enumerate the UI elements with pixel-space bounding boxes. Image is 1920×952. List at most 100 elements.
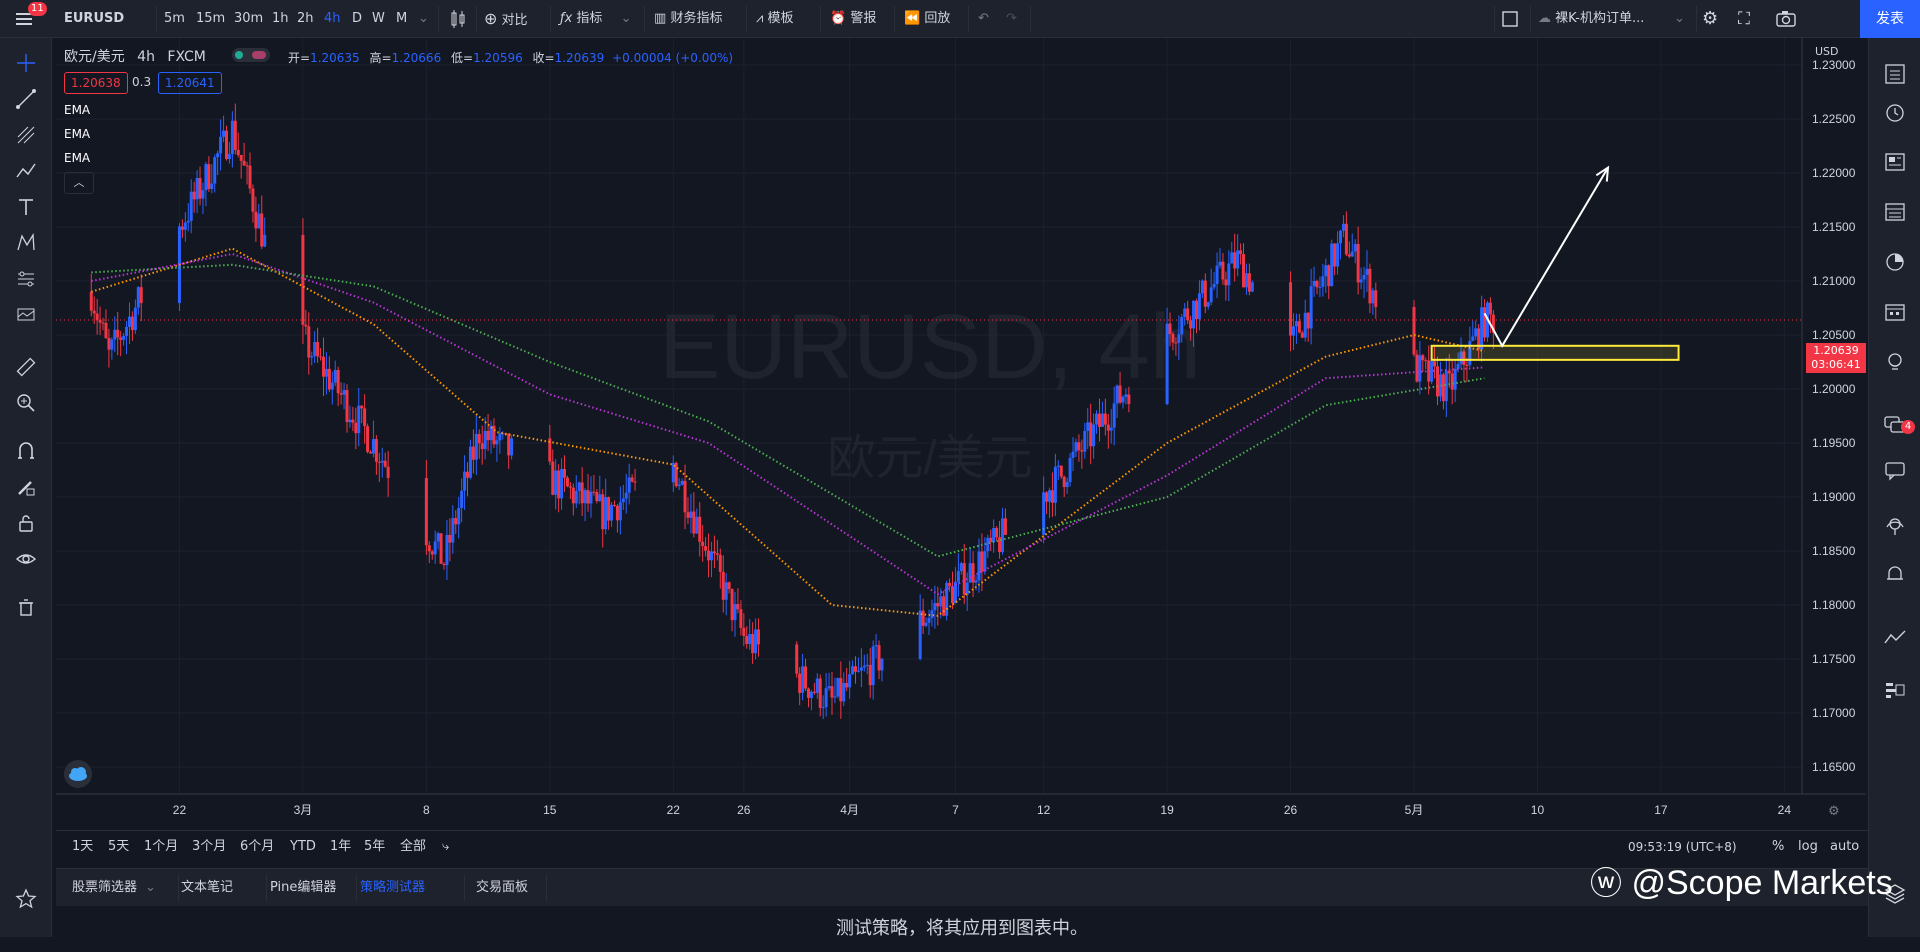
series-legend[interactable]: 欧元/美元 4h FXCM [64, 46, 206, 66]
interval-2h[interactable]: 2h [297, 0, 314, 38]
ideas-button[interactable] [1869, 344, 1920, 380]
candle [1103, 398, 1107, 436]
interval-4h[interactable]: 4h [324, 0, 341, 38]
range-button-5[interactable]: YTD [290, 831, 316, 863]
hotlists-button[interactable] [1869, 244, 1920, 280]
candle [495, 435, 499, 462]
projection-arrow[interactable] [1483, 167, 1609, 348]
bottom-tab-4[interactable]: 交易面板 [476, 869, 528, 907]
range-button-3[interactable]: 3个月 [192, 831, 226, 863]
interval-15m[interactable]: 15m [196, 0, 225, 38]
time-axis[interactable]: 22 3月 8 15 22 26 4月 7 12 19 26 5月 10 17 24 [56, 793, 1866, 817]
candle [136, 286, 140, 315]
list-icon [1885, 64, 1905, 84]
interval-m[interactable]: M [396, 0, 407, 38]
order-book-icon [1886, 683, 1905, 698]
settings-button[interactable]: ⚙ [1702, 0, 1718, 38]
chart-watermark-name: 欧元/美元 [827, 432, 1032, 485]
candle [718, 548, 722, 589]
candle [865, 653, 869, 675]
candle [715, 539, 719, 561]
chats-button[interactable] [1869, 452, 1920, 488]
candle [986, 534, 990, 558]
candle [230, 111, 234, 168]
candle [580, 467, 584, 517]
sell-button[interactable]: 1.20638 [64, 72, 128, 94]
candle [595, 488, 599, 504]
currency-label[interactable]: USD [1812, 44, 1842, 59]
saved-layout-button[interactable]: ☁ 裸K-机构订单... [1538, 0, 1686, 38]
price-chart[interactable]: EURUSD, 4h 欧元/美元 1.165001.170001.175001.… [0, 38, 1866, 830]
market-cloud-button[interactable] [64, 760, 92, 788]
candle [1121, 395, 1125, 409]
buy-button[interactable]: 1.20641 [158, 72, 222, 94]
watchlist-button[interactable] [1869, 56, 1920, 92]
calendar-button[interactable] [1869, 294, 1920, 330]
indicator-legend-ema-2[interactable]: EMA [64, 127, 90, 141]
indicators-button[interactable]: ƒx 指标 ⌄ [560, 0, 631, 38]
bottom-tab-3[interactable]: 策略测试器 [360, 869, 425, 907]
candle [1221, 253, 1225, 285]
notifications-button[interactable] [1869, 508, 1920, 544]
bottom-tab-1[interactable]: 文本笔记 [181, 869, 233, 907]
alerts-panel-button[interactable] [1869, 94, 1920, 130]
snapshot-button[interactable] [1774, 0, 1798, 38]
chart-type-button[interactable] [448, 0, 468, 38]
dom-button[interactable] [1869, 672, 1920, 708]
range-button-6[interactable]: 1年 [330, 831, 351, 863]
replay-button[interactable]: ⏪ 回放 [904, 0, 950, 38]
trading-button[interactable] [1869, 620, 1920, 656]
axis-settings-button[interactable]: ⚙ [1828, 804, 1840, 819]
cloud-icon [69, 767, 87, 781]
drawings-layer[interactable] [1430, 165, 1680, 361]
bottom-tab-2[interactable]: Pine编辑器 [270, 869, 336, 907]
notification-center-button[interactable] [1869, 556, 1920, 592]
candle [374, 435, 378, 475]
ohlc-low: 1.20596 [473, 51, 523, 65]
candle [357, 388, 361, 447]
compare-button[interactable]: ⊕ 对比 [484, 0, 528, 38]
range-button-4[interactable]: 6个月 [240, 831, 274, 863]
range-button-7[interactable]: 5年 [364, 831, 385, 863]
bottom-tab-0[interactable]: 股票筛选器 ⌄ [72, 869, 156, 907]
interval-dropdown-button[interactable]: ⌄ [418, 0, 429, 38]
favorites-tool[interactable] [0, 882, 52, 916]
financials-button[interactable]: ▥ 财务指标 [654, 0, 722, 38]
time-tick-label: 8 [423, 803, 430, 817]
indicator-legend-ema-1[interactable]: EMA [64, 103, 90, 117]
candle [113, 316, 117, 353]
candle [216, 150, 220, 176]
market-status-toggle[interactable] [232, 48, 270, 62]
range-button-8[interactable]: 全部 [400, 831, 426, 863]
interval-w[interactable]: W [372, 0, 385, 38]
interval-d[interactable]: D [352, 0, 362, 38]
templates-button[interactable]: ⩘ 模板 [756, 0, 794, 38]
data-window-button[interactable] [1869, 194, 1920, 230]
publish-button[interactable]: 发表 [1860, 0, 1920, 38]
candle [560, 458, 564, 510]
news-button[interactable] [1869, 144, 1920, 180]
candle [589, 476, 593, 518]
candle [1365, 250, 1369, 293]
interval-1h[interactable]: 1h [272, 0, 289, 38]
fullscreen-button[interactable]: ⛶ [1738, 0, 1750, 38]
symbol-search-button[interactable]: EURUSD [64, 0, 124, 38]
time-tick-label: 19 [1160, 803, 1174, 817]
range-button-0[interactable]: 1天 [72, 831, 93, 863]
redo-button[interactable]: ↷ [1006, 0, 1017, 38]
interval-30m[interactable]: 30m [234, 0, 263, 38]
layout-dropdown-button[interactable]: ⌄ [1674, 0, 1685, 38]
layout-select-button[interactable] [1500, 0, 1520, 38]
candle [460, 478, 464, 523]
interval-5m[interactable]: 5m [164, 0, 185, 38]
alert-button[interactable]: ⏰ 警报 [830, 0, 876, 38]
range-button-1[interactable]: 5天 [108, 831, 129, 863]
undo-button[interactable]: ↶ [978, 0, 989, 38]
candle [804, 658, 808, 691]
range-button-2[interactable]: 1个月 [144, 831, 178, 863]
price-axis[interactable]: 1.16500 1.17000 1.17500 1.18000 1.18500 1.190… [1801, 38, 1856, 794]
collapse-legend-button[interactable]: ︿ [64, 172, 94, 194]
indicator-legend-ema-3[interactable]: EMA [64, 151, 90, 165]
support-zone-rectangle[interactable] [1430, 344, 1680, 361]
goto-date-button[interactable]: ⤷ [442, 831, 449, 863]
